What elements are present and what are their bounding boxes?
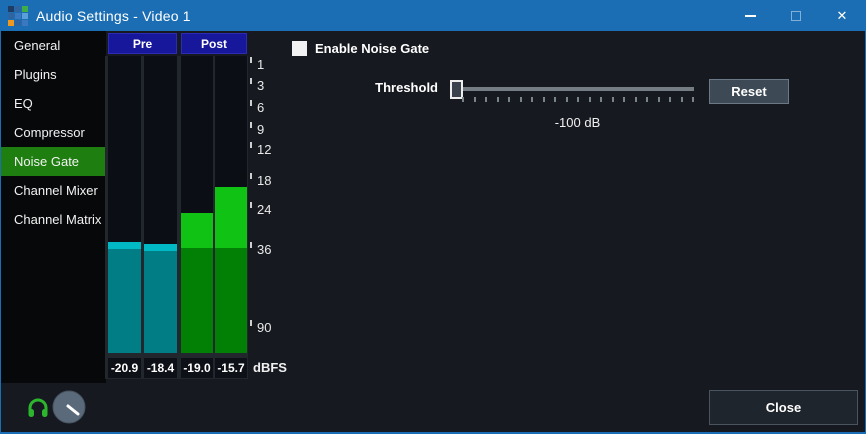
enable-noise-gate-checkbox[interactable]	[292, 41, 307, 56]
scale-tick	[250, 78, 252, 84]
meter-fill-dark	[181, 248, 213, 353]
slider-tick	[669, 97, 671, 102]
scale-tick-label: 24	[257, 203, 271, 217]
sidebar: General Plugins EQ Compressor Noise Gate Chan…	[1, 31, 106, 383]
close-icon: ✕	[837, 8, 848, 24]
maximize-button[interactable]	[773, 1, 819, 31]
meter-fill-bright	[144, 244, 177, 251]
slider-tick	[520, 97, 522, 102]
slider-tick	[681, 97, 683, 102]
meter-bar-post-1	[181, 56, 213, 353]
sidebar-item-general[interactable]: General	[1, 31, 106, 60]
scale-tick-label: 90	[257, 321, 271, 335]
threshold-label: Threshold	[338, 80, 438, 95]
enable-noise-gate-row: Enable Noise Gate	[292, 41, 429, 56]
slider-tick	[566, 97, 568, 102]
app-icon	[8, 6, 28, 26]
slider-tick	[646, 97, 648, 102]
slider-tick	[508, 97, 510, 102]
sidebar-item-eq[interactable]: EQ	[1, 89, 106, 118]
threshold-value: -100 dB	[461, 115, 694, 130]
slider-tick	[554, 97, 556, 102]
slider-tick	[485, 97, 487, 102]
slider-tick	[474, 97, 476, 102]
slider-tick	[623, 97, 625, 102]
meter-value-pre-2: -18.4	[144, 358, 177, 378]
slider-tick	[692, 97, 694, 102]
sidebar-item-label: Channel Matrix	[14, 212, 101, 227]
scale-tick	[250, 142, 252, 148]
sidebar-item-label: EQ	[14, 96, 33, 111]
slider-tick	[589, 97, 591, 102]
window-title: Audio Settings - Video 1	[36, 8, 191, 24]
sidebar-item-label: Compressor	[14, 125, 85, 140]
db-scale: 13691218243690	[249, 1, 289, 381]
meter-fill-dark	[144, 251, 177, 353]
meter-fill-bright	[181, 213, 213, 248]
scale-tick	[250, 57, 252, 63]
slider-tick	[635, 97, 637, 102]
scale-tick-label: 1	[257, 58, 264, 72]
meter-bar-pre-1	[108, 56, 141, 353]
sidebar-item-compressor[interactable]: Compressor	[1, 118, 106, 147]
sidebar-item-channel-matrix[interactable]: Channel Matrix	[1, 205, 106, 234]
meter-value-post-1: -19.0	[181, 358, 213, 378]
meter-fill-dark	[215, 248, 247, 353]
audio-settings-window: Audio Settings - Video 1 ✕ General Plugin…	[0, 0, 866, 434]
meter-header-post: Post	[181, 33, 247, 54]
sidebar-item-label: Channel Mixer	[14, 183, 98, 198]
scale-tick-label: 9	[257, 123, 264, 137]
meter-value-pre-1: -20.9	[108, 358, 141, 378]
meter-fill-bright	[215, 187, 247, 248]
sidebar-item-label: General	[14, 38, 60, 53]
meter-bar-pre-2	[144, 56, 177, 353]
scale-tick-label: 3	[257, 79, 264, 93]
enable-noise-gate-label: Enable Noise Gate	[315, 41, 429, 56]
scale-tick-label: 6	[257, 101, 264, 115]
scale-tick	[250, 320, 252, 326]
knob-icon	[52, 390, 86, 424]
scale-tick	[250, 242, 252, 248]
dbfs-unit-label: dBFS	[253, 360, 287, 375]
close-button[interactable]: Close	[709, 390, 858, 425]
headphones-monitor-button[interactable]	[26, 396, 50, 420]
slider-tick	[531, 97, 533, 102]
volume-knob[interactable]	[52, 390, 86, 424]
slider-tick	[462, 97, 464, 102]
scale-tick	[250, 100, 252, 106]
meter-bar-post-2	[215, 56, 247, 353]
audio-level-meters: -20.9-18.4-19.0-15.7	[105, 56, 248, 379]
headphones-icon	[26, 396, 50, 420]
threshold-slider-track[interactable]	[461, 87, 694, 91]
sidebar-item-label: Noise Gate	[14, 154, 79, 169]
minimize-button[interactable]	[727, 1, 773, 31]
scale-tick-label: 36	[257, 243, 271, 257]
meter-fill-dark	[108, 249, 141, 353]
maximize-icon	[791, 11, 801, 21]
meter-header-pre: Pre	[108, 33, 177, 54]
slider-tick	[658, 97, 660, 102]
meter-fill-bright	[108, 242, 141, 249]
scale-tick-label: 18	[257, 174, 271, 188]
close-window-button[interactable]: ✕	[819, 1, 865, 31]
slider-tick	[600, 97, 602, 102]
slider-tick	[543, 97, 545, 102]
scale-tick-label: 12	[257, 143, 271, 157]
titlebar: Audio Settings - Video 1 ✕	[1, 1, 865, 31]
threshold-slider[interactable]	[447, 75, 699, 107]
scale-tick	[250, 202, 252, 208]
meter-value-post-2: -15.7	[215, 358, 247, 378]
slider-tick	[612, 97, 614, 102]
scale-tick	[250, 173, 252, 179]
reset-button[interactable]: Reset	[709, 79, 789, 104]
slider-tick	[497, 97, 499, 102]
scale-tick	[250, 122, 252, 128]
sidebar-item-plugins[interactable]: Plugins	[1, 60, 106, 89]
slider-tick	[577, 97, 579, 102]
minimize-icon	[745, 15, 756, 17]
caption-buttons: ✕	[727, 1, 865, 31]
sidebar-item-channel-mixer[interactable]: Channel Mixer	[1, 176, 106, 205]
sidebar-item-label: Plugins	[14, 67, 57, 82]
sidebar-item-noise-gate[interactable]: Noise Gate	[1, 147, 106, 176]
